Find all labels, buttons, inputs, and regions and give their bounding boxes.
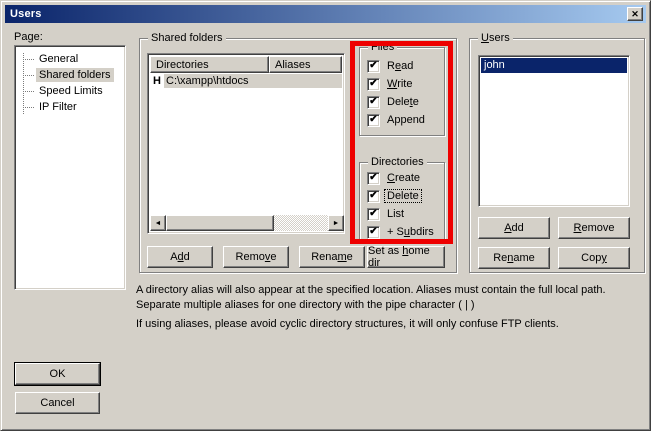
check-icon: ✔ [369, 61, 377, 71]
add-user-button[interactable]: Add [478, 217, 550, 239]
users-listbox: john [478, 55, 630, 207]
check-icon: ✔ [369, 227, 377, 237]
checkbox-dirs-subdirs[interactable]: ✔ + Subdirs [367, 225, 436, 239]
tree-item-label-selected: Shared folders [36, 68, 114, 82]
checkbox-dirs-create[interactable]: ✔ Create [367, 171, 422, 185]
tree-item-speed-limits[interactable]: Speed Limits [15, 83, 125, 99]
user-list-item-john[interactable]: john [481, 58, 627, 73]
directories-permissions-group: Directories ✔ Create ✔ Delete ✔ List ✔ +… [359, 162, 445, 240]
users-group: Users john Add Remove Rename Copy [469, 38, 645, 273]
close-icon: ✕ [631, 10, 639, 19]
check-icon: ✔ [369, 79, 377, 89]
alias-note: A directory alias will also appear at th… [136, 283, 634, 313]
tree-item-ip-filter[interactable]: IP Filter [15, 99, 125, 115]
tree-elbow [23, 107, 34, 108]
check-icon: ✔ [369, 191, 377, 201]
files-permissions-group: Files ✔ Read ✔ Write ✔ Delete ✔ Append [359, 47, 445, 136]
check-icon: ✔ [369, 209, 377, 219]
checkbox-files-read[interactable]: ✔ Read [367, 59, 415, 73]
checkbox-files-append[interactable]: ✔ Append [367, 113, 427, 127]
add-folder-button[interactable]: Add [147, 246, 213, 268]
tree-item-label: Speed Limits [36, 84, 106, 98]
tree-item-shared-folders[interactable]: Shared folders [15, 67, 125, 83]
directory-row[interactable]: H C:\xampp\htdocs [150, 73, 342, 88]
set-as-home-dir-button[interactable]: Set as home dir [367, 246, 445, 268]
tree-item-label: IP Filter [36, 100, 80, 114]
scroll-right-icon: ► [333, 220, 340, 227]
cyclic-note: If using aliases, please avoid cyclic di… [136, 317, 641, 332]
column-header-directories[interactable]: Directories [150, 56, 269, 73]
scrollbar-track[interactable] [274, 215, 328, 231]
tree-elbow [23, 75, 34, 76]
titlebar: Users ✕ [5, 5, 646, 23]
tree-item-label: General [36, 52, 81, 66]
checkbox-dirs-delete[interactable]: ✔ Delete [367, 189, 421, 203]
directory-path: C:\xampp\htdocs [164, 74, 342, 88]
directories-listview: Directories Aliases H C:\xampp\htdocs ◄ … [147, 53, 345, 234]
check-icon: ✔ [369, 115, 377, 125]
remove-user-button[interactable]: Remove [558, 217, 630, 239]
checkbox-box: ✔ [367, 96, 380, 109]
horizontal-scrollbar: ◄ ► [150, 215, 344, 231]
copy-user-button[interactable]: Copy [558, 247, 630, 269]
scroll-left-button[interactable]: ◄ [150, 215, 166, 231]
ok-button[interactable]: OK [15, 363, 100, 385]
page-tree: General Shared folders Speed Limits IP F… [14, 45, 126, 290]
checkbox-box: ✔ [367, 78, 380, 91]
users-dialog: Users ✕ Page: General Shared folders Spe… [0, 0, 651, 431]
tree-elbow [23, 59, 34, 60]
users-group-label: Users [478, 32, 513, 44]
listview-header: Directories Aliases [150, 56, 342, 73]
scroll-left-icon: ◄ [155, 220, 162, 227]
checkbox-box: ✔ [367, 190, 380, 203]
close-button[interactable]: ✕ [627, 7, 643, 21]
checkbox-files-delete[interactable]: ✔ Delete [367, 95, 421, 109]
scroll-right-button[interactable]: ► [328, 215, 344, 231]
scrollbar-thumb[interactable] [166, 215, 274, 231]
tree-item-general[interactable]: General [15, 51, 125, 67]
checkbox-dirs-list[interactable]: ✔ List [367, 207, 406, 221]
checkbox-box: ✔ [367, 208, 380, 221]
check-icon: ✔ [369, 97, 377, 107]
checkbox-files-write[interactable]: ✔ Write [367, 77, 414, 91]
checkbox-box: ✔ [367, 60, 380, 73]
directories-group-label: Directories [368, 156, 427, 168]
checkbox-box: ✔ [367, 114, 380, 127]
tree-elbow [23, 91, 34, 92]
column-header-aliases[interactable]: Aliases [269, 56, 342, 73]
window-title: Users [10, 8, 42, 20]
cancel-button[interactable]: Cancel [15, 392, 100, 414]
files-group-label: Files [368, 41, 397, 53]
page-label: Page: [14, 31, 43, 43]
checkbox-box: ✔ [367, 226, 380, 239]
rename-folder-button[interactable]: Rename [299, 246, 365, 268]
home-flag: H [150, 75, 164, 87]
shared-folders-group-label: Shared folders [148, 32, 226, 44]
checkbox-box: ✔ [367, 172, 380, 185]
remove-folder-button[interactable]: Remove [223, 246, 289, 268]
rename-user-button[interactable]: Rename [478, 247, 550, 269]
check-icon: ✔ [369, 173, 377, 183]
